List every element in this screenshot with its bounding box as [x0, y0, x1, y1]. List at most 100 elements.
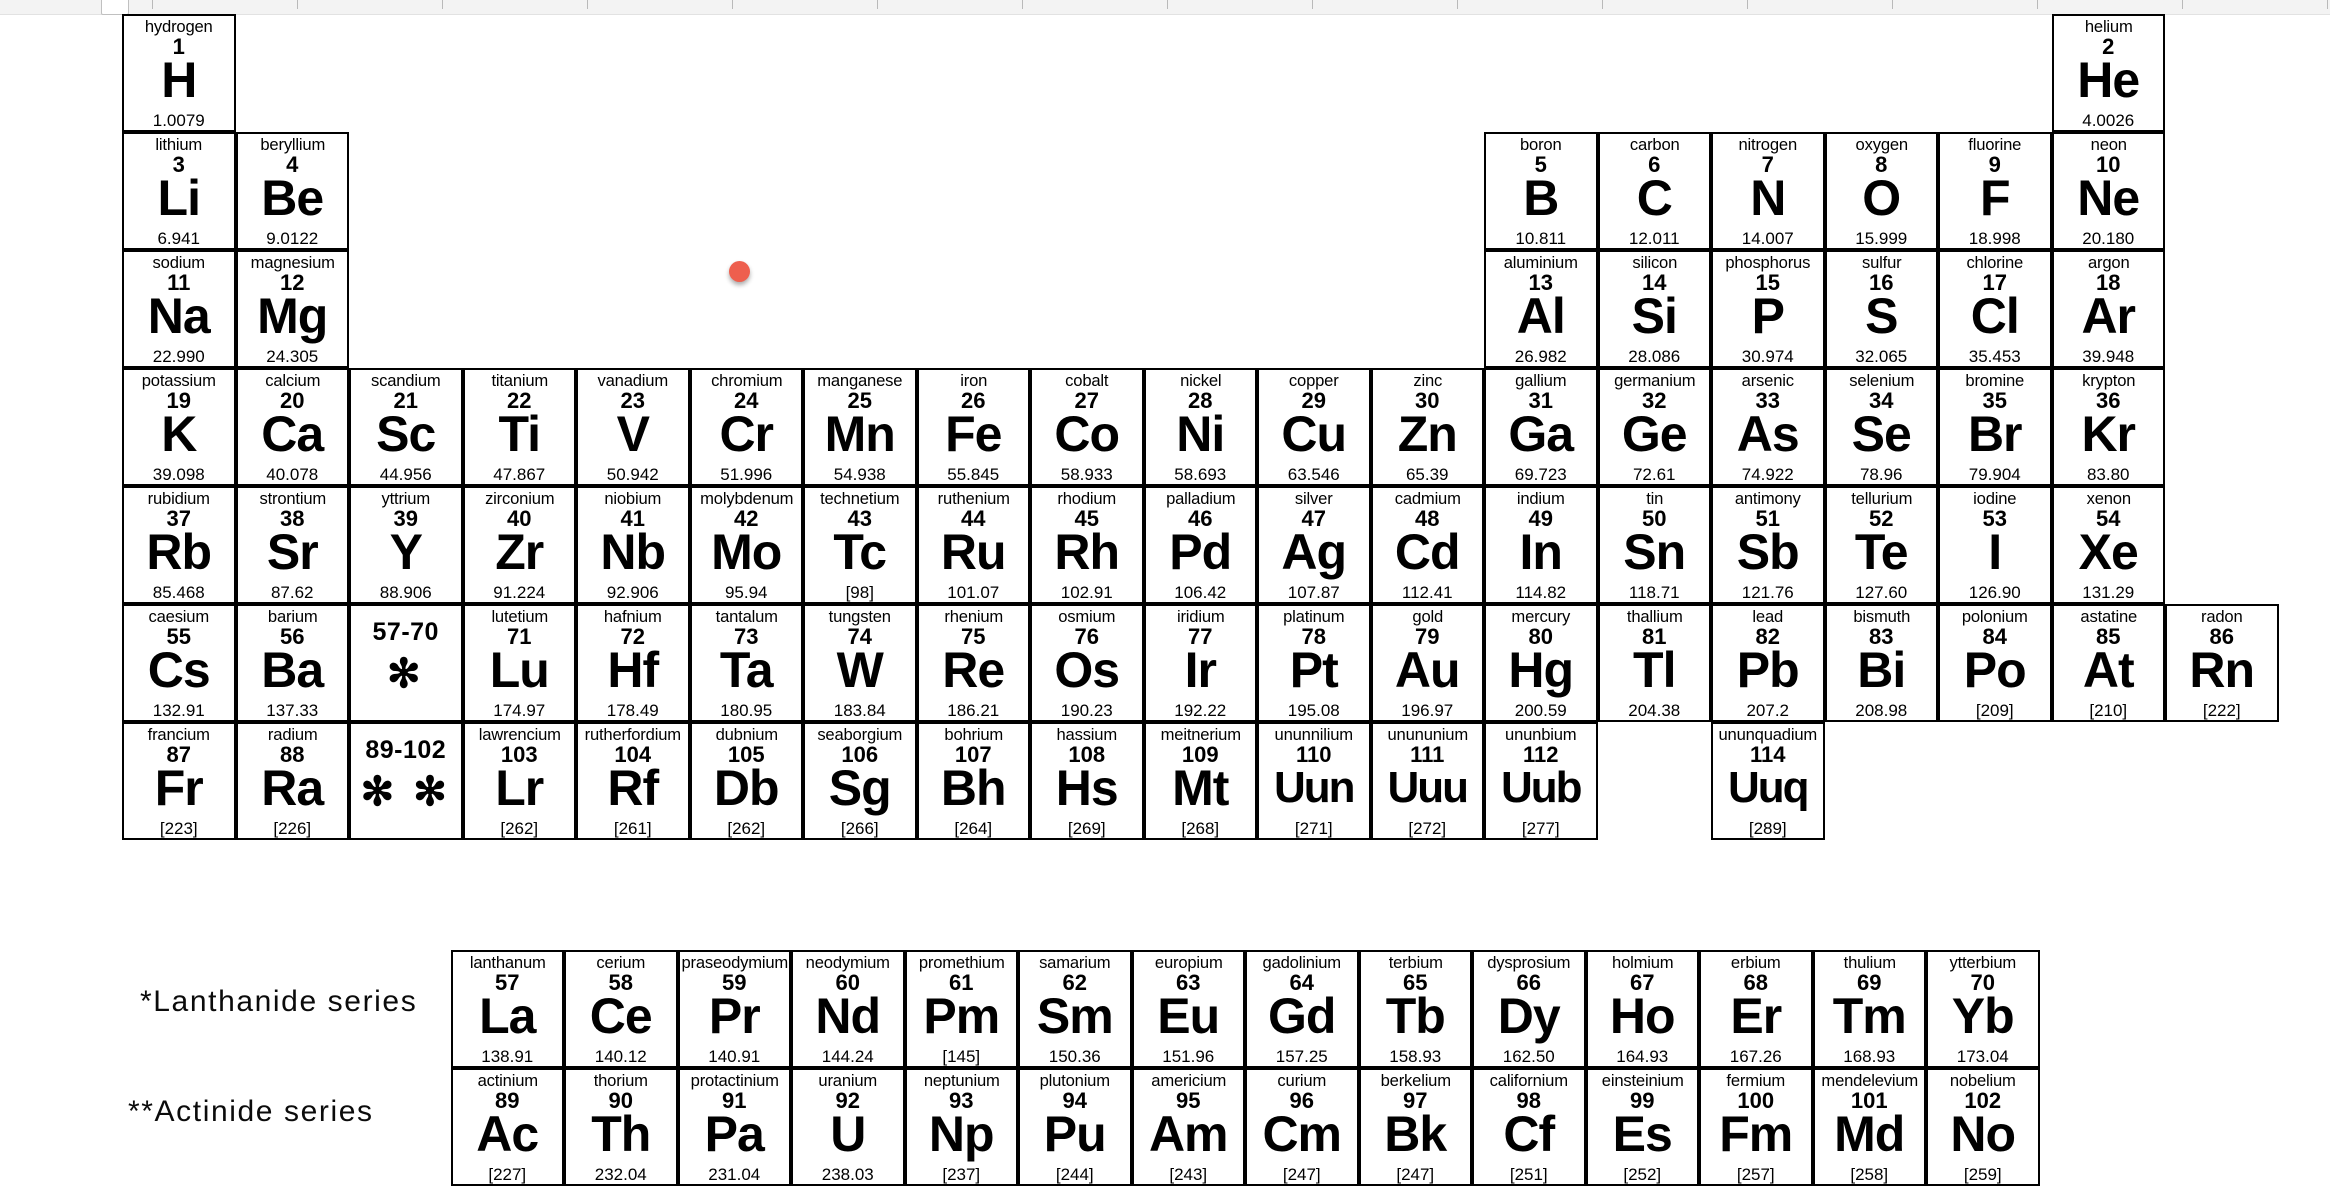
- element-cell-u: uranium 92 U 238.03: [791, 1068, 905, 1186]
- atomic-mass: 140.12: [594, 1047, 647, 1066]
- element-symbol: Pd: [1169, 524, 1232, 580]
- atomic-mass: 69.723: [1514, 465, 1567, 484]
- element-symbol: Uun: [1273, 763, 1356, 812]
- element-symbol: Sc: [376, 406, 436, 462]
- element-cell-tl: thallium 81 Tl 204.38: [1597, 604, 1711, 722]
- element-symbol: Te: [1854, 524, 1909, 580]
- element-symbol: Fe: [945, 406, 1002, 462]
- element-symbol: Np: [928, 1106, 995, 1162]
- element-symbol: Ce: [589, 988, 653, 1044]
- element-symbol: Co: [1054, 406, 1120, 462]
- element-cell-at: astatine 85 At [210]: [2051, 604, 2165, 722]
- element-cell-as: arsenic 33 As 74.922: [1711, 368, 1825, 486]
- element-cell-h: hydrogen 1 H 1.0079: [122, 14, 236, 132]
- element-symbol: Br: [1967, 406, 2023, 462]
- element-symbol: Sm: [1036, 988, 1114, 1044]
- atomic-mass: 126.90: [1968, 583, 2021, 602]
- element-symbol: B: [1523, 170, 1559, 226]
- element-cell-ne: neon 10 Ne 20.180: [2051, 132, 2165, 250]
- element-symbol: Ba: [261, 642, 324, 698]
- atomic-mass: 114.82: [1515, 583, 1567, 602]
- atomic-mass: 196.97: [1401, 701, 1454, 720]
- element-cell-v: vanadium 23 V 50.942: [576, 368, 690, 486]
- atomic-mass: 232.04: [594, 1165, 647, 1184]
- atomic-mass: 162.50: [1502, 1047, 1555, 1066]
- atomic-mass: 39.098: [152, 465, 205, 484]
- element-symbol: Lu: [489, 642, 550, 698]
- atomic-mass: 63.546: [1287, 465, 1340, 484]
- atomic-mass: 150.36: [1048, 1047, 1101, 1066]
- atomic-mass: 65.39: [1405, 465, 1449, 484]
- atomic-mass: 101.07: [947, 583, 1000, 602]
- element-symbol: Uub: [1500, 763, 1583, 812]
- atomic-mass: 238.03: [821, 1165, 874, 1184]
- element-symbol: K: [161, 406, 197, 462]
- atomic-mass: 231.04: [708, 1165, 761, 1184]
- element-symbol: Hg: [1508, 642, 1574, 698]
- element-symbol: Ti: [498, 406, 541, 462]
- element-symbol: Cl: [1970, 288, 2020, 344]
- element-cell-sm: samarium 62 Sm 150.36: [1018, 950, 1132, 1068]
- element-symbol: Sr: [266, 524, 319, 580]
- actinide-series-label: **Actinide series: [128, 1095, 374, 1128]
- element-symbol: Fr: [154, 760, 204, 816]
- element-cell-ta: tantalum 73 Ta 180.95: [689, 604, 803, 722]
- atomic-mass: 190.23: [1060, 701, 1113, 720]
- element-cell-ca: calcium 20 Ca 40.078: [235, 368, 349, 486]
- atomic-mass: 32.065: [1855, 347, 1908, 366]
- element-cell-os: osmium 76 Os 190.23: [1030, 604, 1144, 722]
- atomic-mass: 151.96: [1162, 1047, 1215, 1066]
- element-cell-cu: copper 29 Cu 63.546: [1257, 368, 1371, 486]
- atomic-mass: 85.468: [152, 583, 205, 602]
- atomic-mass: 44.956: [379, 465, 432, 484]
- series-asterisk-icon: ✻: [386, 652, 425, 696]
- element-symbol: At: [2082, 642, 2135, 698]
- atomic-mass: [262]: [500, 819, 539, 838]
- atomic-mass: 79.904: [1968, 465, 2021, 484]
- atomic-mass: [259]: [1963, 1165, 2002, 1184]
- atomic-mass: [222]: [2202, 701, 2241, 720]
- atomic-mass: [289]: [1748, 819, 1787, 838]
- element-symbol: Uuq: [1727, 763, 1810, 812]
- element-symbol: Er: [1730, 988, 1782, 1044]
- element-cell-si: silicon 14 Si 28.086: [1597, 250, 1711, 368]
- element-cell-kr: krypton 36 Kr 83.80: [2051, 368, 2165, 486]
- element-cell-li: lithium 3 Li 6.941: [122, 132, 236, 250]
- element-symbol: Eu: [1157, 988, 1220, 1044]
- element-symbol: Pr: [708, 988, 761, 1044]
- atomic-mass: 180.95: [720, 701, 773, 720]
- element-symbol: Rn: [2189, 642, 2255, 698]
- atomic-mass: 167.26: [1729, 1047, 1782, 1066]
- atomic-mass: 207.2: [1746, 701, 1790, 720]
- atomic-mass: 164.93: [1616, 1047, 1669, 1066]
- element-cell-ga: gallium 31 Ga 69.723: [1484, 368, 1598, 486]
- atomic-mass: 140.91: [708, 1047, 761, 1066]
- element-cell-er: erbium 68 Er 167.26: [1699, 950, 1813, 1068]
- element-cell-be: beryllium 4 Be 9.0122: [235, 132, 349, 250]
- element-cell-cd: cadmium 48 Cd 112.41: [1370, 486, 1484, 604]
- element-symbol: Hs: [1055, 760, 1119, 816]
- element-symbol: Sn: [1623, 524, 1686, 580]
- element-cell-i: iodine 53 I 126.90: [1938, 486, 2052, 604]
- element-symbol: Tb: [1385, 988, 1446, 1044]
- element-symbol: Zn: [1397, 406, 1458, 462]
- atomic-mass: [244]: [1055, 1165, 1094, 1184]
- element-cell-db: dubnium 105 Db [262]: [689, 722, 803, 840]
- element-symbol: C: [1636, 170, 1673, 226]
- atomic-mass: [210]: [2089, 701, 2128, 720]
- element-symbol: Na: [147, 288, 211, 344]
- element-symbol: Hf: [607, 642, 659, 698]
- element-cell-md: mendelevium 101 Md [258]: [1812, 1068, 1926, 1186]
- series-placeholder-89-102: 89-102 ✻ ✻: [349, 722, 463, 840]
- element-cell-te: tellurium 52 Te 127.60: [1824, 486, 1938, 604]
- atomic-mass: 15.999: [1855, 229, 1908, 248]
- element-cell-bk: berkelium 97 Bk [247]: [1358, 1068, 1472, 1186]
- atomic-mass: 78.96: [1859, 465, 1903, 484]
- element-cell-co: cobalt 27 Co 58.933: [1030, 368, 1144, 486]
- atomic-mass: [258]: [1850, 1165, 1889, 1184]
- element-symbol: U: [830, 1106, 866, 1162]
- element-cell-ge: germanium 32 Ge 72.61: [1597, 368, 1711, 486]
- atomic-mass: 6.941: [157, 229, 201, 248]
- element-symbol: H: [161, 52, 197, 108]
- element-cell-ce: cerium 58 Ce 140.12: [564, 950, 678, 1068]
